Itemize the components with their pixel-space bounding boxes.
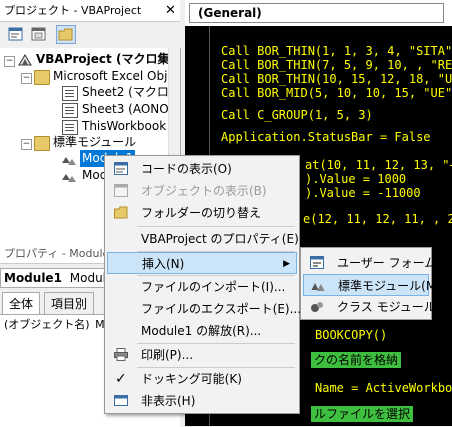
submenu-item-class-module[interactable]: クラス モジュール(C) <box>303 296 452 318</box>
menu-separator <box>137 226 295 227</box>
close-icon[interactable]: ✕ <box>163 3 178 18</box>
code-line: Call C_GROUP(1, 5, 3) <box>221 108 373 122</box>
menu-item-label: クラス モジュール(C) <box>337 300 452 314</box>
collapse-icon[interactable]: − <box>4 56 15 67</box>
menu-item-label: ファイルのインポート(I)... <box>141 280 286 294</box>
view-code-button[interactable] <box>6 25 26 44</box>
tree-root-project[interactable]: VBAProject (マクロ集.x <box>36 51 180 68</box>
object-name: Module1 <box>4 271 62 285</box>
folder-icon <box>58 28 73 41</box>
check-icon: ✓ <box>115 371 127 387</box>
menu-item-project-properties[interactable]: VBAProject のプロパティ(E)... <box>107 228 310 250</box>
printer-icon <box>114 348 128 361</box>
code-view-icon <box>114 162 128 175</box>
menu-item-label: 印刷(P)... <box>141 348 194 362</box>
code-header: (General) <box>185 0 452 27</box>
code-line: ).Value = -11000 <box>305 186 421 200</box>
tree-item-sheet3[interactable]: Sheet3 (AONO) <box>82 101 173 118</box>
comment-highlight: ルファイルを選択 <box>311 406 414 422</box>
menu-item-label: 挿入(N) <box>142 257 185 271</box>
menu-item-print[interactable]: 印刷(P)... <box>107 344 297 366</box>
menu-item-insert[interactable]: 挿入(N) ▶ <box>107 252 297 274</box>
tree-folder-excel-objects[interactable]: Microsoft Excel Object <box>53 68 180 85</box>
code-line: at(10, 11, 12, 13, "+- <box>305 158 452 172</box>
view-object-button[interactable] <box>29 25 49 44</box>
vbaproject-icon <box>18 54 32 66</box>
menu-item-dockable[interactable]: ✓ ドッキング可能(K) <box>107 368 297 390</box>
module-icon <box>311 283 325 291</box>
collapse-icon[interactable]: − <box>21 139 32 150</box>
folder-icon <box>34 136 50 151</box>
menu-item-label: フォルダーの切り替え <box>141 206 262 220</box>
menu-item-remove-module[interactable]: Module1 の解放(R)... <box>107 320 297 342</box>
object-combo[interactable]: (General) <box>189 3 444 23</box>
tree-item-sheet2[interactable]: Sheet2 (マクロコード <box>82 84 180 101</box>
object-view-icon <box>114 184 128 197</box>
menu-item-label: オブジェクトの表示(B) <box>141 184 267 198</box>
folder-icon <box>34 70 50 85</box>
sheet-icon <box>62 103 78 118</box>
tab-alphabetic[interactable]: 全体 <box>2 292 41 316</box>
menu-item-label: VBAProject のプロパティ(E)... <box>141 232 311 246</box>
code-line: Application.StatusBar = False <box>221 130 431 144</box>
sheet-icon <box>62 86 78 101</box>
menu-item-view-code[interactable]: コードの表示(O) <box>107 158 297 180</box>
code-view-icon <box>8 27 23 41</box>
tab-categorized[interactable]: 項目別 <box>44 292 95 315</box>
code-line: Name = ActiveWorkbook. <box>315 381 452 395</box>
menu-item-label: Module1 の解放(R)... <box>141 324 262 338</box>
property-row-name[interactable]: (オブジェクト名) Mod <box>4 317 118 333</box>
property-name: (オブジェクト名) <box>4 318 90 331</box>
menu-item-label: ドッキング可能(K) <box>141 372 242 386</box>
code-line: Call BOR_MID(5, 10, 10, 15, "UE", <box>221 86 452 100</box>
menu-item-label: コードの表示(O) <box>141 162 232 176</box>
workbook-icon <box>62 120 78 135</box>
menu-item-hide[interactable]: 非表示(H) <box>107 390 297 412</box>
code-line: Call BOR_THIN(7, 5, 9, 10, , "RED <box>221 58 452 72</box>
module-icon <box>62 174 76 182</box>
menu-item-label: 非表示(H) <box>141 394 196 408</box>
code-line: ).Value = 1000 <box>305 172 407 186</box>
project-pane-title: プロジェクト - VBAProject <box>0 0 180 22</box>
project-toolbar <box>0 22 180 49</box>
class-module-icon <box>311 302 323 312</box>
hide-window-icon <box>114 395 128 406</box>
menu-item-view-object[interactable]: オブジェクトの表示(B) <box>107 180 297 202</box>
code-line: Call BOR_THIN(1, 1, 3, 4, "SITA", <box>221 44 452 58</box>
code-line: BOOKCOPY() <box>315 328 388 342</box>
module-icon <box>62 157 76 165</box>
insert-submenu: ユーザー フォーム(U) 標準モジュール(M) クラス モジュール(C) <box>300 247 452 320</box>
context-menu: コードの表示(O) オブジェクトの表示(B) フォルダーの切り替え VBAPro… <box>104 155 310 414</box>
tree-item-thisworkbook[interactable]: ThisWorkbook <box>82 118 166 135</box>
submenu-item-standard-module[interactable]: 標準モジュール(M) <box>303 274 441 296</box>
comment-highlight: クの名前を格納 <box>311 352 402 368</box>
submenu-arrow-icon: ▶ <box>283 259 290 269</box>
object-view-icon <box>31 27 46 41</box>
menu-item-label: ファイルのエクスポート(E)... <box>141 302 302 316</box>
toggle-folders-button[interactable] <box>56 25 76 44</box>
folder-icon <box>114 206 128 219</box>
menu-item-import-file[interactable]: ファイルのインポート(I)... <box>107 276 297 298</box>
submenu-item-userform[interactable]: ユーザー フォーム(U) <box>303 252 452 274</box>
code-line: e(12, 11, 12, 11, , 22 <box>303 212 452 226</box>
menu-item-label: ユーザー フォーム(U) <box>337 256 452 270</box>
menu-item-label: 標準モジュール(M) <box>338 279 441 293</box>
collapse-icon[interactable]: − <box>21 73 32 84</box>
menu-item-toggle-folders[interactable]: フォルダーの切り替え <box>107 202 297 224</box>
userform-icon <box>310 256 324 269</box>
tree-folder-modules[interactable]: 標準モジュール <box>53 134 136 151</box>
code-line: Call BOR_THIN(10, 15, 12, 18, "UE <box>221 72 452 86</box>
menu-item-export-file[interactable]: ファイルのエクスポート(E)... <box>107 298 301 320</box>
